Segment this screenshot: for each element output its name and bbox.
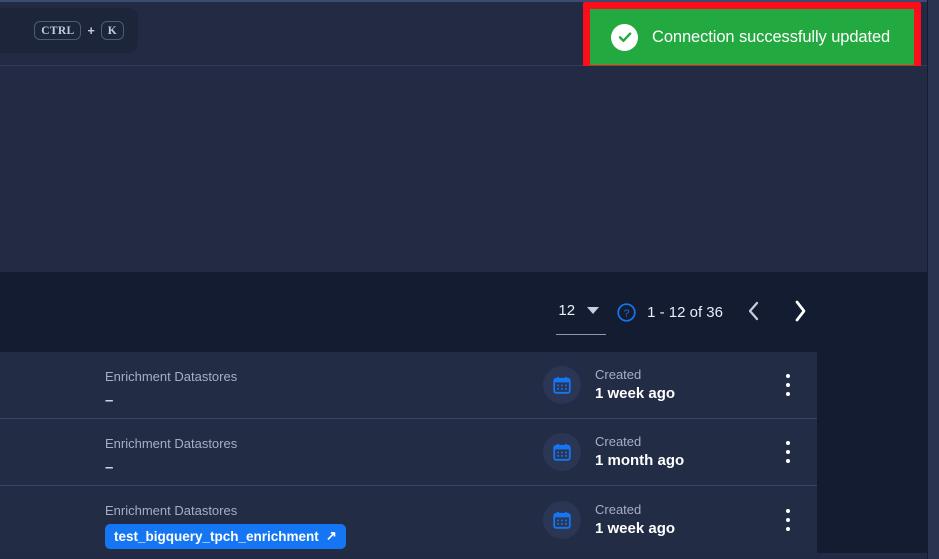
pagination-controls: 12 ? 1 - 12 of 36 <box>556 272 817 352</box>
datastore-link-chip[interactable]: test_bigquery_tpch_enrichment ↗ <box>105 524 346 549</box>
previous-page-button[interactable] <box>737 295 771 329</box>
row-kind-label: Enrichment Datastores <box>105 369 238 384</box>
content-blank-region <box>0 66 928 272</box>
row-kind-label: Enrichment Datastores <box>105 436 238 451</box>
created-value: 1 week ago <box>595 385 676 402</box>
kebab-dot <box>786 392 790 396</box>
page-size-underline <box>556 333 607 335</box>
created-text-wrap: Created 1 week ago <box>595 366 675 404</box>
row-title-column: Enrichment Datastores test_bigquery_tpch… <box>105 502 346 549</box>
row-created-column: Created 1 month ago <box>543 419 684 485</box>
chevron-left-icon <box>746 300 762 325</box>
kebab-menu-icon[interactable] <box>777 507 799 533</box>
chevron-right-icon <box>791 299 809 326</box>
success-toast[interactable]: Connection successfully updated <box>590 9 914 65</box>
created-value: 1 week ago <box>595 519 676 537</box>
toast-highlight-annotation: Connection successfully updated <box>583 2 921 72</box>
created-text-wrap: Created 1 week ago <box>595 501 675 539</box>
kebab-dot <box>786 459 790 463</box>
table-row[interactable]: Enrichment Datastores – Created 1 week a… <box>0 352 817 419</box>
kebab-dot <box>786 374 790 378</box>
next-page-button[interactable] <box>783 295 817 329</box>
svg-text:?: ? <box>624 307 630 319</box>
help-circle-icon[interactable]: ? <box>617 302 636 322</box>
bottom-fill <box>0 553 928 559</box>
table-row[interactable]: Enrichment Datastores test_bigquery_tpch… <box>0 486 817 553</box>
kebab-dot <box>786 450 790 454</box>
created-value: 1 month ago <box>595 452 685 469</box>
shortcut-ctrl-key: CTRL <box>34 21 82 40</box>
row-value: – <box>105 459 114 476</box>
check-circle-icon <box>611 23 638 51</box>
datastore-link-label: test_bigquery_tpch_enrichment <box>114 528 319 544</box>
created-label: Created <box>595 434 642 449</box>
kebab-dot <box>786 441 790 445</box>
right-edge-panel <box>928 0 939 559</box>
global-search-input[interactable]: CTRL + K <box>0 8 138 53</box>
table-row[interactable]: Enrichment Datastores – Created 1 month … <box>0 419 817 486</box>
created-label: Created <box>595 367 642 382</box>
kebab-dot <box>786 383 790 387</box>
pagination-range-label: 1 - 12 of 36 <box>647 303 723 321</box>
row-kind-label: Enrichment Datastores <box>105 503 238 518</box>
kebab-menu-icon[interactable] <box>777 439 799 465</box>
shortcut-plus-symbol: + <box>87 23 95 38</box>
toast-message: Connection successfully updated <box>652 27 891 46</box>
kebab-dot <box>786 508 790 513</box>
created-label: Created <box>595 501 642 517</box>
datastore-list: Enrichment Datastores – Created 1 week a… <box>0 352 817 553</box>
created-text-wrap: Created 1 month ago <box>595 433 684 471</box>
calendar-icon <box>543 366 581 404</box>
row-value: – <box>105 392 114 409</box>
kebab-dot <box>786 517 790 522</box>
calendar-icon <box>543 433 581 471</box>
row-title-column: Enrichment Datastores – <box>105 435 237 479</box>
list-toolbar: 12 ? 1 - 12 of 36 <box>0 272 928 352</box>
page-size-value: 12 <box>558 301 576 319</box>
row-created-column: Created 1 week ago <box>543 486 675 553</box>
external-link-icon: ↗ <box>325 528 337 543</box>
list-right-gutter <box>817 352 928 559</box>
row-title-column: Enrichment Datastores – <box>105 368 237 412</box>
shortcut-k-key: K <box>100 21 124 40</box>
row-created-column: Created 1 week ago <box>543 352 675 418</box>
kebab-dot <box>786 526 790 531</box>
page-size-select[interactable]: 12 <box>556 301 607 335</box>
chevron-down-icon <box>587 306 600 314</box>
calendar-icon <box>543 500 581 539</box>
kebab-menu-icon[interactable] <box>777 372 799 398</box>
